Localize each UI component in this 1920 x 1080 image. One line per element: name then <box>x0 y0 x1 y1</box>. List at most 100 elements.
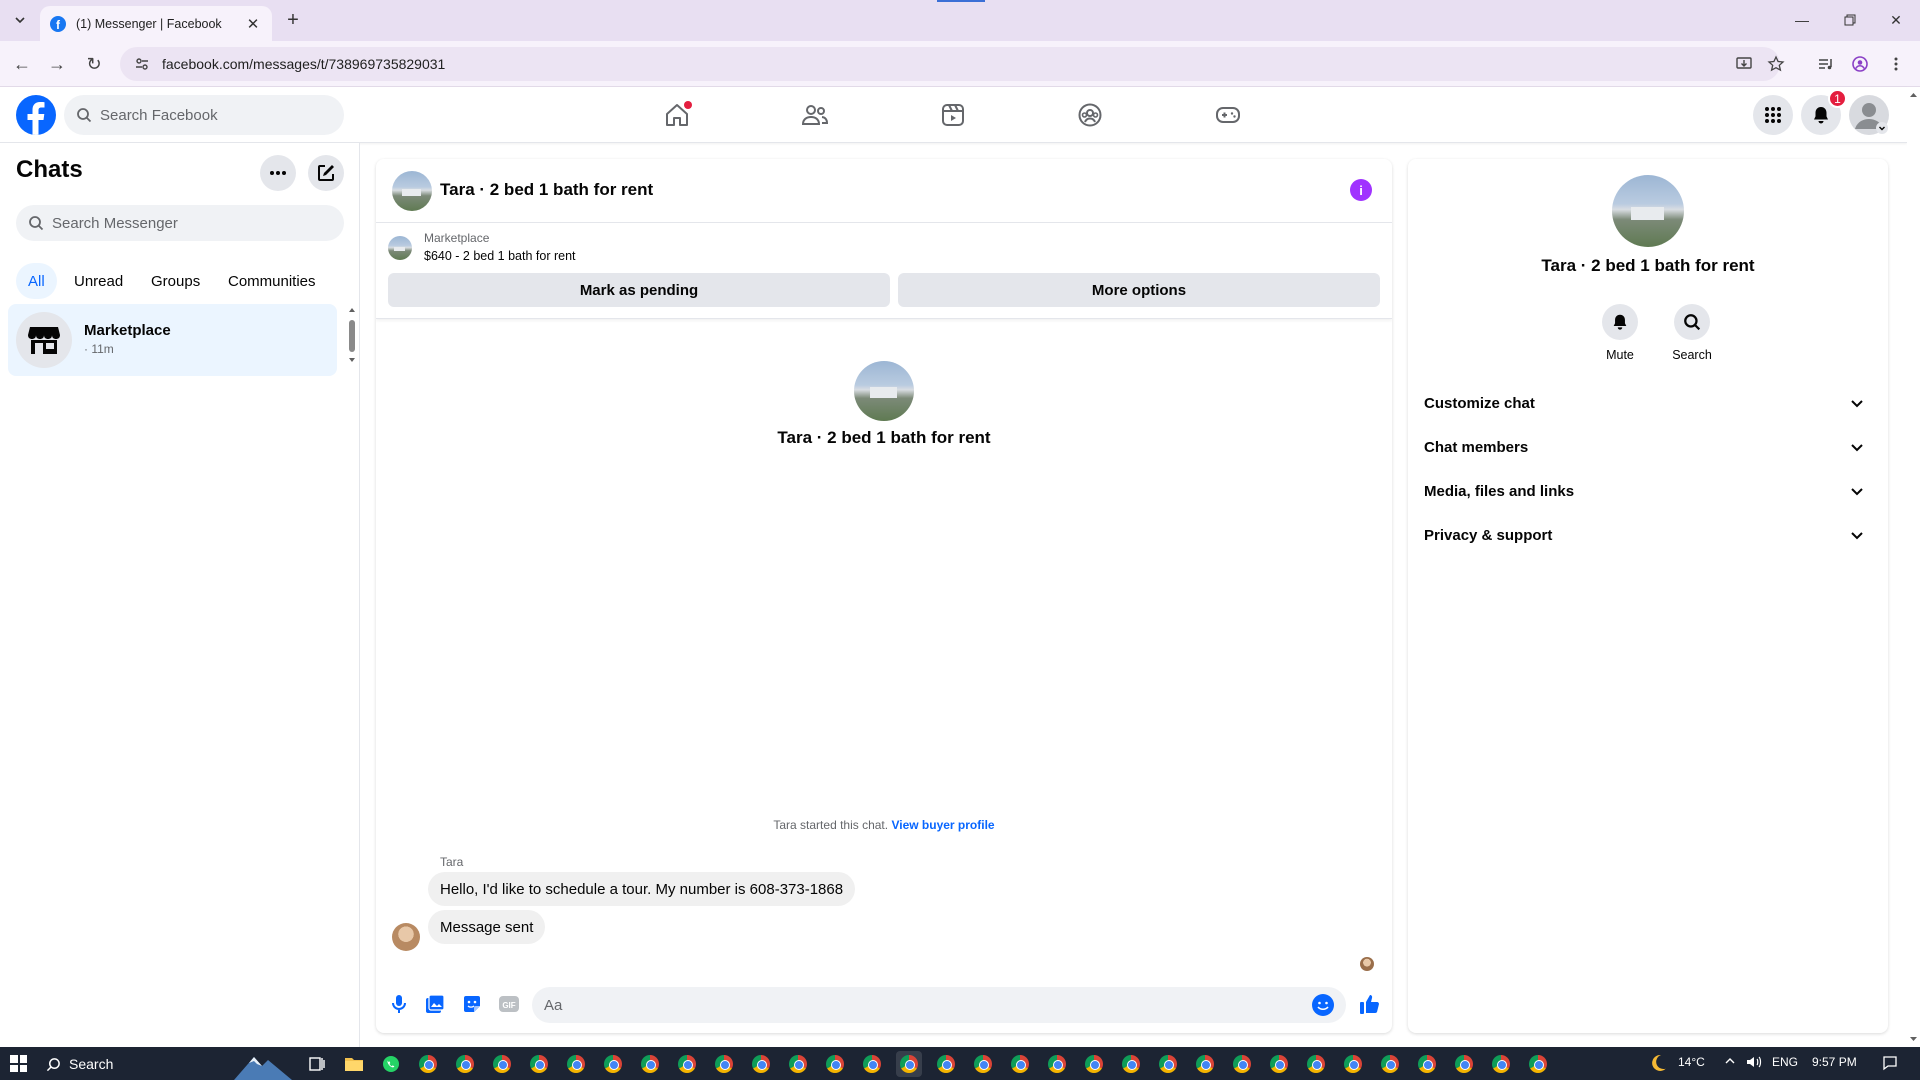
info-icon[interactable]: i <box>1350 179 1372 201</box>
close-tab-icon[interactable]: ✕ <box>244 15 262 33</box>
chrome-icon[interactable] <box>526 1051 552 1077</box>
clock-time[interactable]: 9:57 PM <box>1812 1055 1857 1069</box>
new-tab-icon[interactable]: + <box>282 9 304 31</box>
chrome-icon[interactable] <box>674 1051 700 1077</box>
section-media-files-links[interactable]: Media, files and links <box>1424 469 1872 513</box>
profile-icon[interactable] <box>1848 52 1872 76</box>
nav-groups[interactable] <box>1034 91 1146 139</box>
message-bubble[interactable]: Message sent <box>428 910 546 944</box>
chrome-icon[interactable] <box>1414 1051 1440 1077</box>
nav-friends[interactable] <box>759 91 871 139</box>
chrome-icon[interactable] <box>1377 1051 1403 1077</box>
forward-icon[interactable]: → <box>45 52 69 76</box>
chrome-icon[interactable] <box>1525 1051 1551 1077</box>
browser-tab[interactable]: f (1) Messenger | Facebook ✕ <box>40 6 272 41</box>
whatsapp-icon[interactable] <box>378 1051 404 1077</box>
filter-communities[interactable]: Communities <box>216 263 328 299</box>
chrome-icon[interactable] <box>1192 1051 1218 1077</box>
message-input[interactable]: Aa <box>532 987 1346 1023</box>
nav-home[interactable] <box>621 91 733 139</box>
conversation-avatar[interactable] <box>392 171 432 211</box>
chrome-icon[interactable] <box>970 1051 996 1077</box>
info-avatar[interactable] <box>1612 175 1684 247</box>
view-buyer-profile-link[interactable]: View buyer profile <box>891 818 994 832</box>
taskbar-search[interactable]: Search <box>46 1053 113 1075</box>
section-privacy-support[interactable]: Privacy & support <box>1424 513 1872 557</box>
task-view-icon[interactable] <box>304 1051 330 1077</box>
url-text[interactable]: facebook.com/messages/t/738969735829031 <box>162 56 445 72</box>
account-avatar[interactable] <box>1849 95 1889 135</box>
mark-as-pending-button[interactable]: Mark as pending <box>388 273 890 307</box>
language-indicator[interactable]: ENG <box>1772 1055 1798 1069</box>
file-explorer-icon[interactable] <box>341 1051 367 1077</box>
back-icon[interactable]: ← <box>10 52 34 76</box>
mute-bell-icon[interactable] <box>1602 304 1638 340</box>
chrome-icon[interactable] <box>748 1051 774 1077</box>
chrome-icon[interactable] <box>1229 1051 1255 1077</box>
media-control-icon[interactable] <box>1814 52 1838 76</box>
section-customize-chat[interactable]: Customize chat <box>1424 381 1872 425</box>
chat-list-scrollbar[interactable] <box>346 306 358 366</box>
filter-groups[interactable]: Groups <box>139 263 212 299</box>
chats-options-button[interactable] <box>260 155 296 191</box>
windows-start-icon[interactable] <box>10 1055 27 1072</box>
message-bubble[interactable]: Hello, I'd like to schedule a tour. My n… <box>428 872 856 906</box>
search-icon[interactable] <box>1674 304 1710 340</box>
sender-avatar[interactable] <box>392 923 420 951</box>
bookmark-star-icon[interactable] <box>1764 52 1788 76</box>
chrome-icon[interactable] <box>1303 1051 1329 1077</box>
more-options-button[interactable]: More options <box>898 273 1380 307</box>
chrome-icon[interactable] <box>1118 1051 1144 1077</box>
chrome-icon[interactable] <box>1081 1051 1107 1077</box>
gif-icon[interactable]: GIF <box>496 991 522 1017</box>
listing-thumbnail[interactable] <box>388 236 412 260</box>
facebook-logo-icon[interactable] <box>16 95 56 135</box>
install-app-icon[interactable] <box>1732 52 1756 76</box>
page-scrollbar[interactable] <box>1907 87 1920 1047</box>
filter-all[interactable]: All <box>16 263 57 299</box>
sticker-icon[interactable] <box>459 991 485 1017</box>
nav-gaming[interactable] <box>1172 91 1284 139</box>
search-action[interactable]: Search <box>1662 304 1722 362</box>
close-window-icon[interactable]: ✕ <box>1884 8 1908 32</box>
chrome-icon[interactable] <box>896 1051 922 1077</box>
chrome-icon[interactable] <box>415 1051 441 1077</box>
notifications-center-icon[interactable] <box>1882 1055 1898 1071</box>
temperature[interactable]: 14°C <box>1678 1055 1705 1069</box>
facebook-search-input[interactable]: Search Facebook <box>64 95 344 135</box>
chrome-icon[interactable] <box>1155 1051 1181 1077</box>
volume-icon[interactable] <box>1746 1055 1762 1069</box>
restore-icon[interactable] <box>1838 8 1862 32</box>
chrome-icon[interactable] <box>785 1051 811 1077</box>
reload-icon[interactable]: ↻ <box>82 52 106 76</box>
chrome-icon[interactable] <box>563 1051 589 1077</box>
section-chat-members[interactable]: Chat members <box>1424 425 1872 469</box>
emoji-icon[interactable] <box>1312 994 1334 1016</box>
chrome-icon[interactable] <box>452 1051 478 1077</box>
address-bar[interactable]: facebook.com/messages/t/738969735829031 <box>120 47 1780 81</box>
attach-photo-icon[interactable] <box>422 991 448 1017</box>
nav-video[interactable] <box>897 91 1009 139</box>
site-settings-icon[interactable] <box>134 56 150 72</box>
new-message-button[interactable] <box>308 155 344 191</box>
chrome-icon[interactable] <box>1488 1051 1514 1077</box>
menu-grid-button[interactable] <box>1753 95 1793 135</box>
chrome-icon[interactable] <box>600 1051 626 1077</box>
chrome-icon[interactable] <box>1266 1051 1292 1077</box>
listing-title[interactable]: $640 - 2 bed 1 bath for rent <box>424 249 576 263</box>
weather-moon-icon[interactable] <box>1648 1053 1668 1073</box>
messenger-search-input[interactable]: Search Messenger <box>16 205 344 241</box>
intro-avatar[interactable] <box>854 361 914 421</box>
chrome-icon[interactable] <box>637 1051 663 1077</box>
chrome-icon[interactable] <box>822 1051 848 1077</box>
chat-list-item[interactable]: Marketplace · 11m <box>8 304 337 376</box>
chrome-icon[interactable] <box>1340 1051 1366 1077</box>
chrome-icon[interactable] <box>859 1051 885 1077</box>
chrome-icon[interactable] <box>711 1051 737 1077</box>
tab-list-chevron-icon[interactable] <box>8 8 32 32</box>
chrome-icon[interactable] <box>933 1051 959 1077</box>
show-hidden-icons-chevron-icon[interactable] <box>1724 1055 1736 1067</box>
chrome-icon[interactable] <box>1007 1051 1033 1077</box>
chrome-icon[interactable] <box>1451 1051 1477 1077</box>
minimize-icon[interactable]: — <box>1790 8 1814 32</box>
